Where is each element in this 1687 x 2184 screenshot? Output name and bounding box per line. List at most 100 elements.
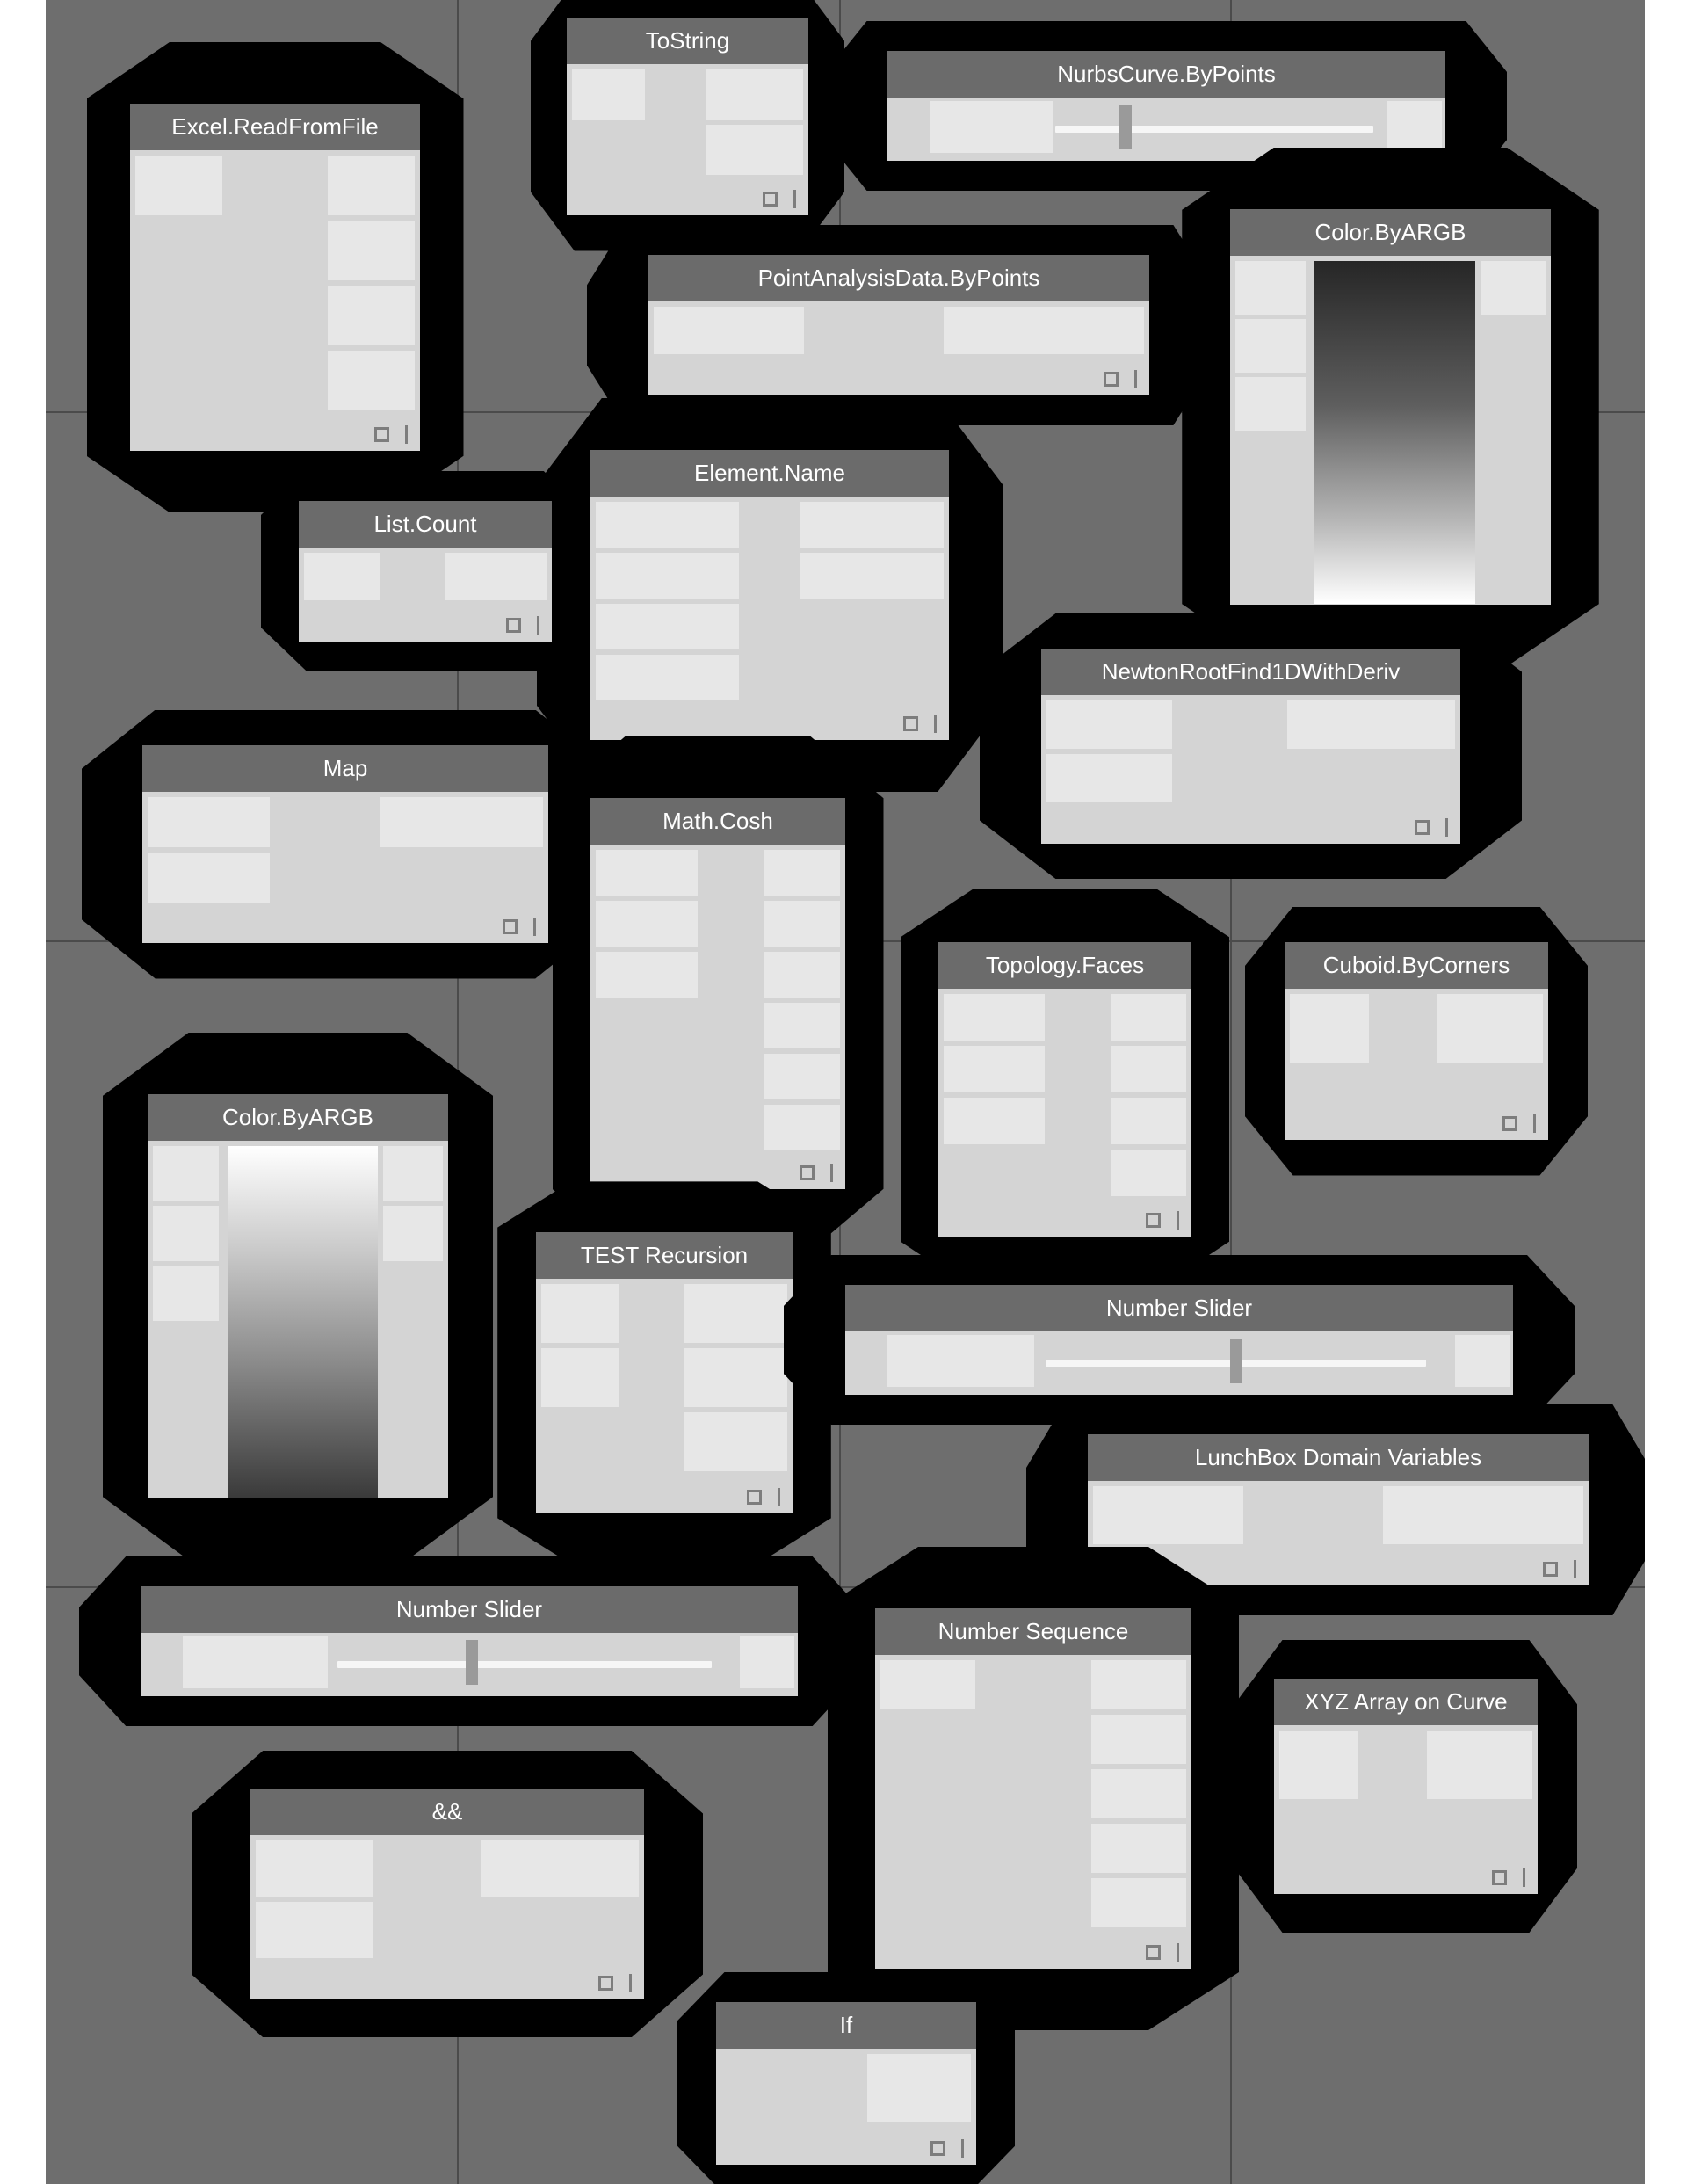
node-map[interactable]: Map (81, 709, 610, 979)
input-port[interactable] (1093, 1486, 1243, 1544)
output-port[interactable] (445, 553, 547, 600)
slider-thumb[interactable] (466, 1640, 478, 1685)
node-title[interactable]: If (716, 2002, 976, 2049)
node-box[interactable]: Color.ByARGB (148, 1094, 448, 1498)
output-port[interactable] (1091, 1660, 1186, 1709)
node-cuboid-bycorners[interactable]: Cuboid.ByCorners (1245, 906, 1588, 1176)
input-port[interactable] (596, 901, 698, 947)
input-port[interactable] (596, 655, 739, 700)
node-pointanalysisdata-bypoints[interactable]: PointAnalysisData.ByPoints (587, 225, 1211, 425)
node-box[interactable]: Element.Name (590, 450, 949, 740)
node-body[interactable] (141, 1633, 798, 1696)
output-port[interactable] (1091, 1715, 1186, 1764)
output-port[interactable] (1481, 261, 1546, 315)
preview-toggle-checkbox-icon[interactable] (1146, 1945, 1161, 1960)
node-title[interactable]: Topology.Faces (938, 942, 1191, 989)
node-title[interactable]: && (250, 1789, 644, 1835)
input-port[interactable] (153, 1146, 219, 1201)
node-box[interactable]: && (250, 1789, 644, 1999)
node-test-recursion[interactable]: TEST Recursion (497, 1181, 831, 1564)
output-port[interactable] (1111, 1098, 1186, 1144)
output-port[interactable] (481, 1840, 639, 1897)
output-port[interactable] (684, 1412, 787, 1471)
input-port[interactable] (148, 853, 270, 903)
input-port[interactable] (304, 553, 380, 600)
node-number-slider-left[interactable]: Number Slider (79, 1556, 859, 1726)
output-port[interactable] (706, 125, 803, 175)
output-port[interactable] (1091, 1824, 1186, 1873)
graph-canvas[interactable]: Excel.ReadFromFile ToString NurbsCurve.ByP… (0, 0, 1687, 2184)
node-list-count[interactable]: List.Count (260, 471, 590, 671)
node-title[interactable]: LunchBox Domain Variables (1088, 1434, 1589, 1481)
preview-toggle-checkbox-icon[interactable] (1146, 1213, 1161, 1228)
output-port[interactable] (328, 286, 415, 345)
lacing-mode-icon[interactable] (1177, 1211, 1179, 1230)
node-box[interactable]: Number Sequence (875, 1608, 1191, 1969)
slider-track[interactable] (1055, 126, 1373, 133)
input-port[interactable] (1235, 377, 1306, 431)
output-port[interactable] (764, 1003, 840, 1048)
output-port[interactable] (1455, 1335, 1510, 1387)
preview-toggle-checkbox-icon[interactable] (1502, 1116, 1517, 1131)
node-body[interactable] (648, 301, 1149, 395)
node-box[interactable]: Number Slider (141, 1586, 798, 1696)
node-body[interactable] (142, 792, 548, 943)
input-port[interactable] (153, 1266, 219, 1321)
node-nurbscurve-bypoints[interactable]: NurbsCurve.ByPoints (826, 21, 1507, 191)
node-body[interactable] (130, 150, 420, 451)
node-math-cosh[interactable]: Math.Cosh (552, 736, 884, 1251)
node-box[interactable]: Excel.ReadFromFile (130, 104, 420, 451)
node-box[interactable]: Topology.Faces (938, 942, 1191, 1237)
node-box[interactable]: Map (142, 745, 548, 943)
node-body[interactable] (938, 989, 1191, 1237)
preview-toggle-checkbox-icon[interactable] (1543, 1562, 1558, 1577)
output-port[interactable] (1091, 1878, 1186, 1927)
lacing-mode-icon[interactable] (1523, 1868, 1525, 1887)
output-port[interactable] (867, 2054, 971, 2122)
preview-toggle-checkbox-icon[interactable] (374, 427, 389, 442)
node-box[interactable]: Math.Cosh (590, 798, 845, 1189)
node-title[interactable]: TEST Recursion (536, 1232, 793, 1279)
lacing-mode-icon[interactable] (1134, 370, 1137, 388)
input-port[interactable] (541, 1348, 619, 1407)
node-box[interactable]: NewtonRootFind1DWithDeriv (1041, 649, 1460, 844)
preview-toggle-checkbox-icon[interactable] (1104, 372, 1119, 387)
node-if[interactable]: If (677, 1972, 1016, 2184)
lacing-mode-icon[interactable] (934, 715, 937, 733)
node-title[interactable]: Element.Name (590, 450, 949, 497)
output-port[interactable] (1111, 994, 1186, 1041)
output-port[interactable] (328, 351, 415, 410)
input-port[interactable] (596, 850, 698, 896)
input-port[interactable] (1235, 319, 1306, 373)
preview-toggle-checkbox-icon[interactable] (930, 2141, 945, 2156)
output-port[interactable] (800, 553, 944, 599)
input-port[interactable] (596, 502, 739, 548)
lacing-mode-icon[interactable] (793, 190, 796, 208)
node-body[interactable] (590, 845, 845, 1189)
output-port[interactable] (684, 1284, 787, 1343)
node-body[interactable] (1230, 256, 1551, 605)
output-port[interactable] (1387, 101, 1442, 153)
lacing-mode-icon[interactable] (830, 1164, 833, 1182)
output-port[interactable] (328, 156, 415, 215)
node-body[interactable] (567, 64, 808, 215)
node-tostring[interactable]: ToString (530, 0, 845, 251)
node-number-slider-right[interactable]: Number Slider (784, 1255, 1575, 1425)
preview-toggle-checkbox-icon[interactable] (1492, 1870, 1507, 1885)
preview-toggle-checkbox-icon[interactable] (1415, 820, 1430, 835)
slider-thumb[interactable] (1230, 1339, 1242, 1383)
input-port[interactable] (944, 1046, 1045, 1092)
node-box[interactable]: TEST Recursion (536, 1232, 793, 1513)
output-port[interactable] (764, 901, 840, 947)
node-box[interactable]: NurbsCurve.ByPoints (887, 51, 1445, 161)
node-body[interactable] (590, 497, 949, 740)
node-title[interactable]: Map (142, 745, 548, 792)
node-title[interactable]: PointAnalysisData.ByPoints (648, 255, 1149, 301)
node-box[interactable]: Number Slider (845, 1285, 1513, 1395)
input-port[interactable] (1046, 754, 1172, 802)
node-title[interactable]: Math.Cosh (590, 798, 845, 845)
lacing-mode-icon[interactable] (961, 2139, 964, 2158)
lacing-mode-icon[interactable] (1533, 1114, 1536, 1133)
node-newtonrootfind1dwithderiv[interactable]: NewtonRootFind1DWithDeriv (980, 613, 1522, 879)
node-body[interactable] (875, 1655, 1191, 1969)
